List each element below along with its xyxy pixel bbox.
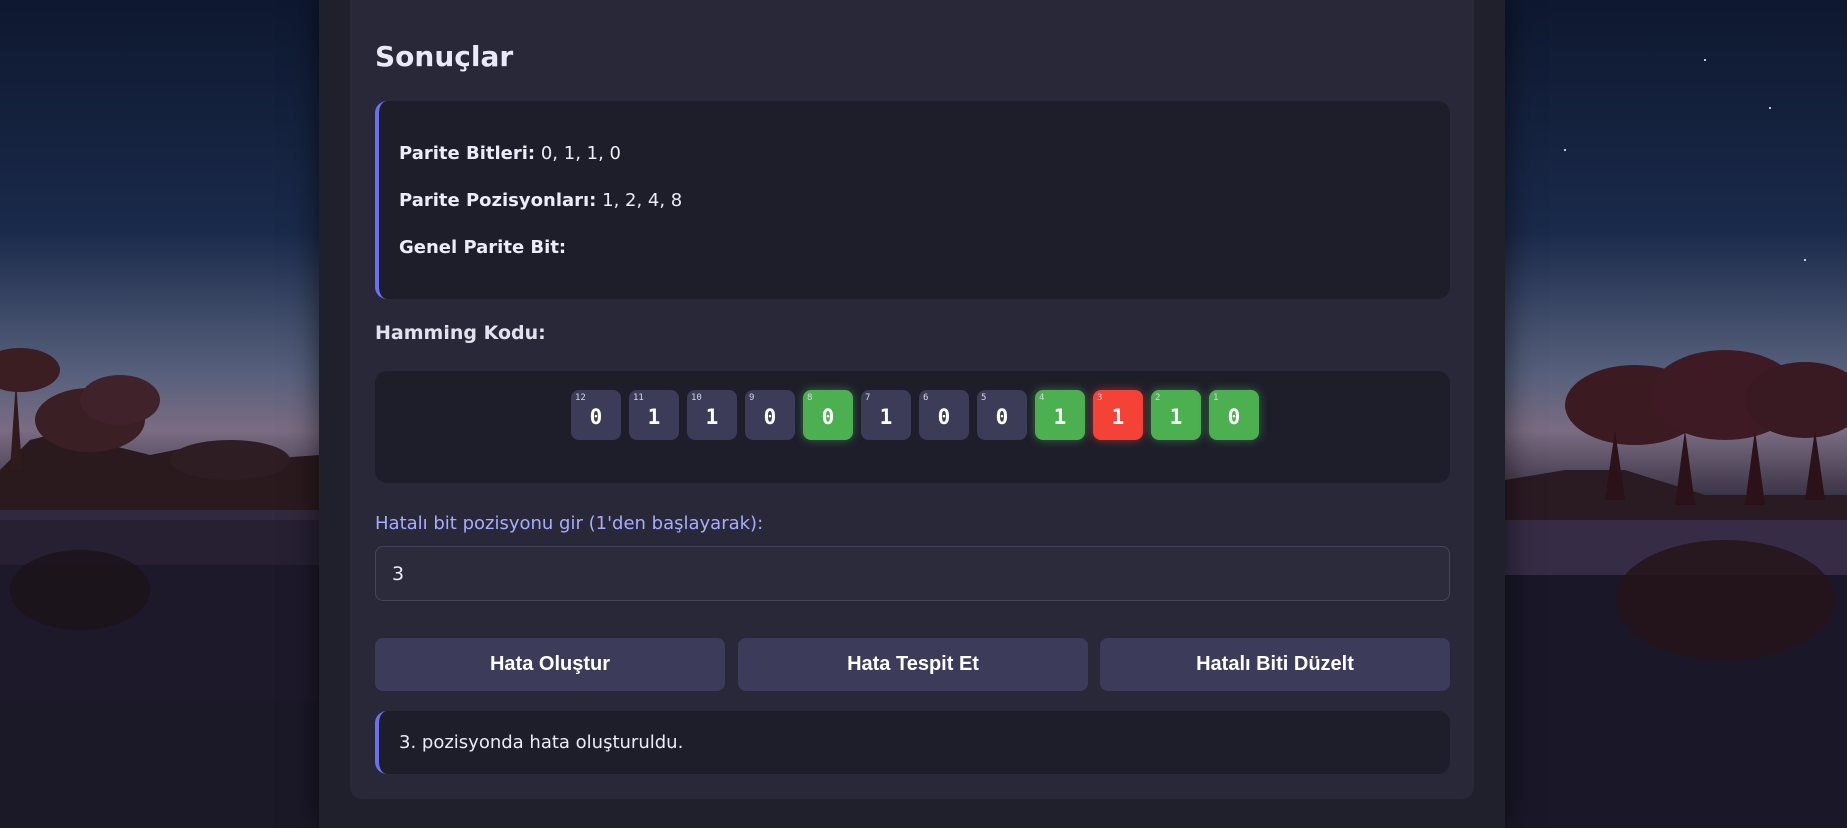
parity-bits-value: 0, 1, 1, 0 [540, 143, 621, 164]
parity-info-box: Parite Bitleri: 0, 1, 1, 0 Parite Pozisy… [375, 101, 1450, 299]
bit-position-label: 6 [923, 393, 929, 403]
bit-value: 0 [1227, 405, 1241, 429]
status-message: 3. pozisyonda hata oluşturuldu. [375, 711, 1450, 774]
hamming-bit-10: 10 1 [687, 390, 737, 440]
bit-position-label: 3 [1097, 393, 1103, 403]
results-title: Sonuçlar [375, 40, 514, 73]
bit-position-label: 10 [691, 393, 702, 403]
hamming-bits-panel: 12 0 11 1 10 1 9 0 8 0 7 1 6 0 5 0 4 1 3 1 2 1 1 0 [375, 371, 1450, 483]
error-position-label: Hatalı bit pozisyonu gir (1'den başlayar… [375, 513, 764, 534]
bit-value: 1 [1111, 405, 1125, 429]
hamming-bit-5: 50 [977, 390, 1027, 440]
bit-position-label: 7 [865, 393, 871, 403]
bit-value: 1 [879, 405, 893, 429]
bit-value: 0 [937, 405, 951, 429]
hamming-bit-12: 12 0 [571, 390, 621, 440]
bit-position-label: 8 [807, 393, 813, 403]
create-error-button[interactable]: Hata Oluştur [375, 638, 725, 691]
error-position-input[interactable] [375, 546, 1450, 601]
overall-parity-line: Genel Parite Bit: [399, 237, 1450, 260]
hamming-bit-1: 10 [1209, 390, 1259, 440]
hamming-bits-row: 12 0 11 1 10 1 9 0 8 0 7 1 6 0 5 0 4 1 3 1 2 1 1 0 [571, 390, 1259, 440]
fix-error-button[interactable]: Hatalı Biti Düzelt [1100, 638, 1450, 691]
parity-positions-label: Parite Pozisyonları: [399, 190, 597, 211]
background-scenery-left [0, 0, 320, 828]
hamming-bit-7: 71 [861, 390, 911, 440]
detect-error-button[interactable]: Hata Tespit Et [738, 638, 1088, 691]
bit-value: 0 [995, 405, 1009, 429]
hamming-bit-11: 11 1 [629, 390, 679, 440]
bit-value: 0 [821, 405, 835, 429]
hamming-bit-2: 21 [1151, 390, 1201, 440]
parity-bits-line: Parite Bitleri: 0, 1, 1, 0 [399, 143, 1450, 166]
parity-positions-value: 1, 2, 4, 8 [602, 190, 683, 211]
hamming-bit-9: 90 [745, 390, 795, 440]
hamming-code-label: Hamming Kodu: [375, 322, 546, 344]
bit-position-label: 4 [1039, 393, 1045, 403]
parity-positions-line: Parite Pozisyonları: 1, 2, 4, 8 [399, 190, 1450, 213]
bit-value: 0 [763, 405, 777, 429]
parity-bits-label: Parite Bitleri: [399, 143, 536, 164]
hamming-bit-4: 41 [1035, 390, 1085, 440]
bit-value: 1 [647, 405, 661, 429]
bit-position-label: 5 [981, 393, 987, 403]
hamming-bit-6: 60 [919, 390, 969, 440]
bit-value: 1 [705, 405, 719, 429]
bit-value: 1 [1169, 405, 1183, 429]
bit-position-label: 9 [749, 393, 755, 403]
hamming-bit-8: 80 [803, 390, 853, 440]
bit-value: 0 [589, 405, 603, 429]
bit-position-label: 12 [575, 393, 586, 403]
background-scenery-right [1505, 0, 1847, 828]
bit-position-label: 1 [1213, 393, 1219, 403]
bit-value: 1 [1053, 405, 1067, 429]
status-message-text: 3. pozisyonda hata oluşturuldu. [399, 732, 684, 753]
hamming-bit-3: 31 [1093, 390, 1143, 440]
bit-position-label: 11 [633, 393, 644, 403]
bit-position-label: 2 [1155, 393, 1161, 403]
overall-parity-label: Genel Parite Bit: [399, 237, 567, 258]
